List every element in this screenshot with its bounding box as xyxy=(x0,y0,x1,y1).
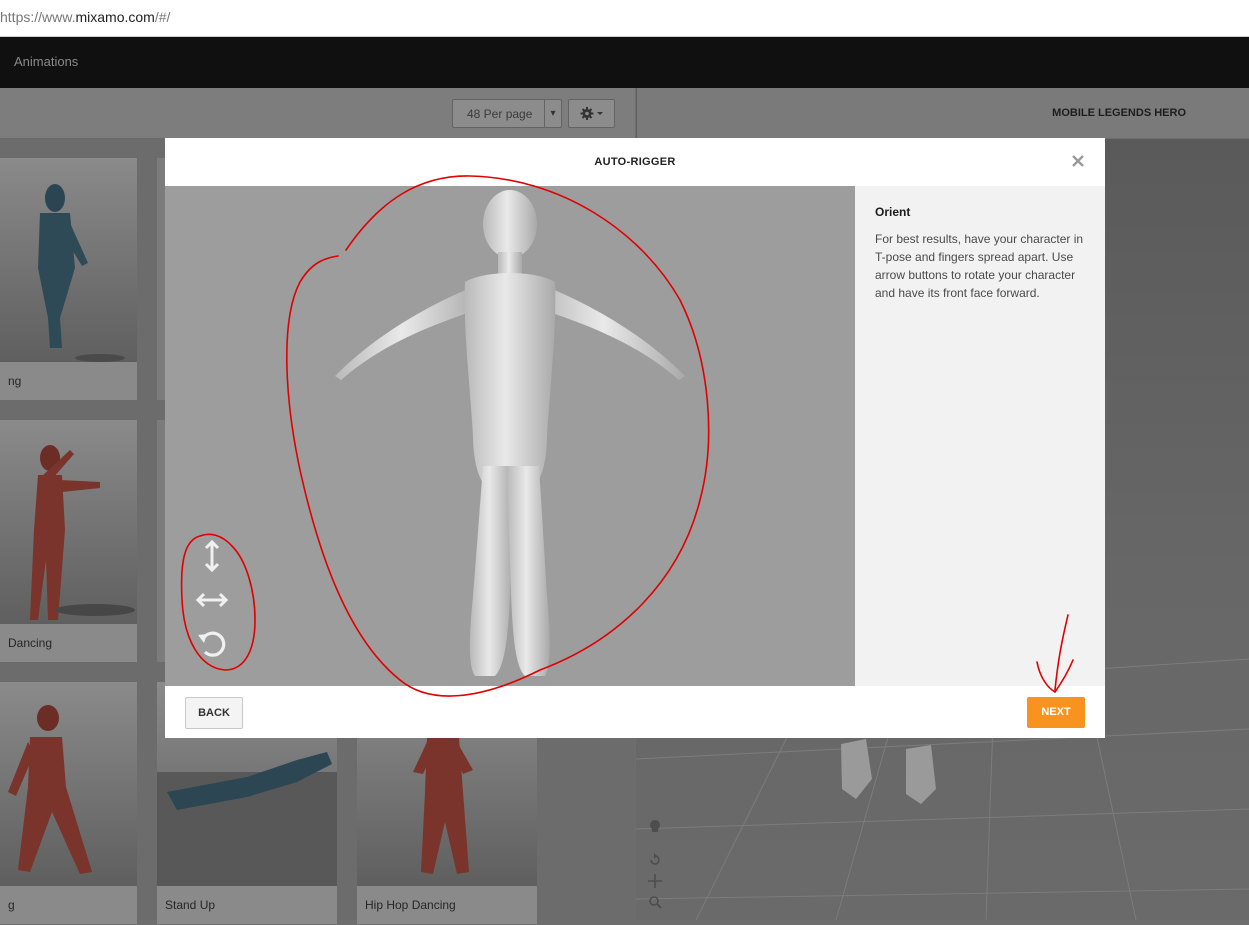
character-name: MOBILE LEGENDS HERO xyxy=(1052,107,1186,119)
move-icon[interactable] xyxy=(648,874,662,888)
animation-thumbnail xyxy=(0,158,137,362)
animation-title: Stand Up xyxy=(157,886,337,924)
animation-title: ng xyxy=(0,362,137,400)
character-thumbnail-image xyxy=(30,445,135,620)
gear-icon xyxy=(580,107,603,120)
close-icon[interactable] xyxy=(1071,154,1085,168)
rotate-icon[interactable] xyxy=(195,626,229,660)
instructions-text: For best results, have your character in… xyxy=(875,232,1084,300)
browser-url-bar[interactable]: https://www.mixamo.com/#/ xyxy=(0,0,1249,37)
animation-card[interactable] xyxy=(157,420,165,662)
character-thumbnail-image xyxy=(8,705,92,874)
animation-title: Dancing xyxy=(0,624,137,662)
t-pose-figure xyxy=(335,190,685,676)
url-text[interactable]: https://www.mixamo.com/#/ xyxy=(0,9,170,25)
back-button[interactable]: BACK xyxy=(185,697,243,729)
arrow-horizontal-icon[interactable] xyxy=(195,583,229,617)
nav-animations[interactable]: Animations xyxy=(14,54,78,69)
animation-title: g xyxy=(0,886,137,924)
next-button[interactable]: NEXT xyxy=(1027,697,1085,728)
settings-button[interactable] xyxy=(568,99,615,128)
animation-thumbnail xyxy=(0,420,137,624)
per-page-label: 48 Per page xyxy=(467,107,533,121)
animation-card[interactable]: g xyxy=(0,682,137,924)
animation-card[interactable]: ng xyxy=(0,158,137,400)
animation-thumbnail xyxy=(0,682,137,886)
modal-title: AUTO-RIGGER xyxy=(594,156,676,168)
rig-preview-stage[interactable] xyxy=(165,186,855,686)
character-thumbnail-image xyxy=(38,184,125,362)
arrow-vertical-icon[interactable] xyxy=(195,539,229,573)
animation-card[interactable] xyxy=(157,158,165,400)
per-page-select[interactable]: 48 Per page ▾ xyxy=(452,99,562,128)
zoom-icon[interactable] xyxy=(648,895,662,909)
animation-card[interactable]: Dancing xyxy=(0,420,137,662)
chevron-down-icon: ▾ xyxy=(544,100,561,127)
skull-icon[interactable] xyxy=(648,819,662,833)
rotate-icon[interactable] xyxy=(648,853,662,867)
instructions-heading: Orient xyxy=(875,205,911,219)
toolbar: 48 Per page ▾ xyxy=(0,88,635,139)
character-panel-header: MOBILE LEGENDS HERO xyxy=(636,88,1249,138)
instructions-panel: Orient For best results, have your chara… xyxy=(855,186,1105,686)
animation-title: Hip Hop Dancing xyxy=(357,886,537,924)
app-header: Animations xyxy=(0,37,1249,88)
auto-rigger-modal: AUTO-RIGGER Orient For best results, hav… xyxy=(165,138,1105,738)
